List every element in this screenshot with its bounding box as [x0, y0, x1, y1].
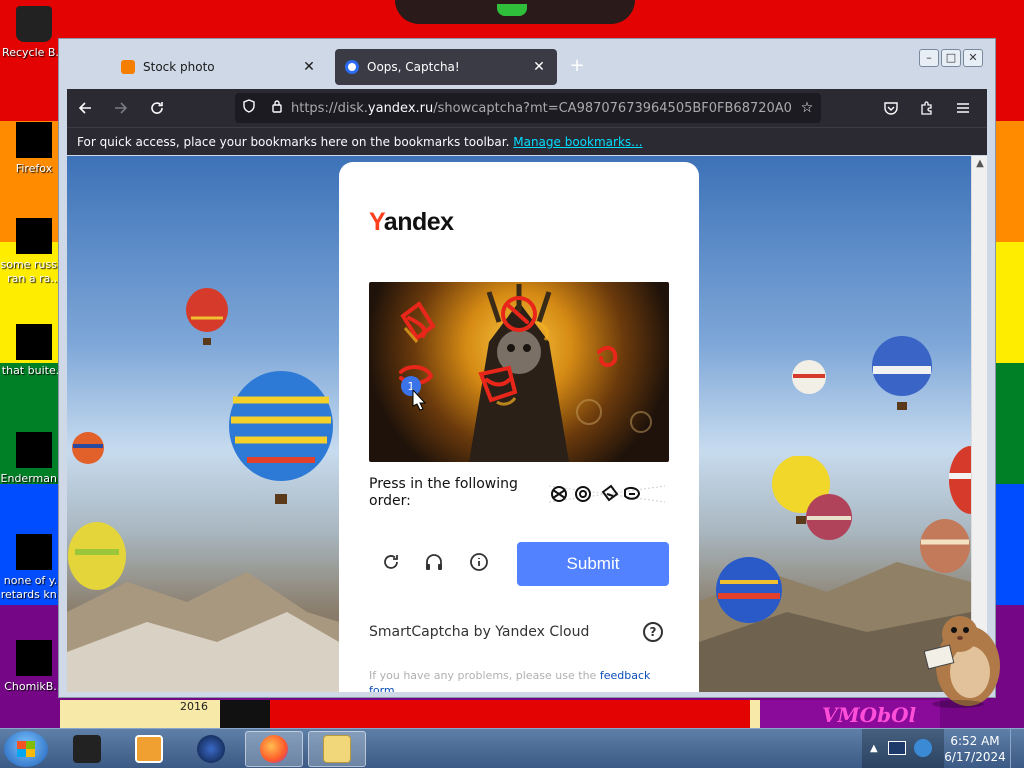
clock-time: 6:52 AM: [950, 734, 1000, 748]
tracking-protection-shield-icon[interactable]: [235, 99, 263, 117]
hot-air-balloon-illustration: [949, 446, 971, 514]
hamburger-menu-icon: [957, 103, 969, 113]
clock-date: 6/17/2024: [944, 750, 1006, 764]
yandex-disk-icon: [345, 60, 359, 74]
lock-icon[interactable]: [263, 99, 291, 117]
extensions-button[interactable]: [909, 93, 945, 123]
wallpaper-creature-top: [395, 0, 635, 24]
hot-air-balloon-illustration: [68, 522, 126, 590]
hot-air-balloon-illustration: [229, 371, 333, 504]
help-icon[interactable]: ?: [643, 622, 663, 642]
firefox-icon: [260, 735, 288, 763]
start-button[interactable]: [4, 731, 48, 767]
system-tray: ▲: [862, 729, 944, 768]
tab-bar: Stock photo ✕ Oops, Captcha! ✕ + – □ ✕: [67, 47, 987, 87]
minimize-button[interactable]: –: [919, 49, 939, 67]
recycle-bin-icon: [16, 6, 52, 42]
toolbar-right: [873, 93, 981, 123]
bookmarks-toolbar: For quick access, place your bookmarks h…: [67, 127, 987, 155]
yandex-logo: Yandex: [369, 208, 454, 236]
feedback-notice: If you have any problems, please use the…: [369, 668, 669, 692]
tab-oops-captcha[interactable]: Oops, Captcha! ✕: [335, 49, 557, 85]
order-instruction: Press in the following order:: [369, 476, 518, 509]
new-tab-button[interactable]: +: [567, 57, 587, 77]
captcha-challenge-image[interactable]: 1: [369, 282, 669, 462]
network-icon[interactable]: [888, 741, 906, 755]
hot-air-balloon-illustration: [792, 360, 826, 394]
scroll-up-arrow-icon[interactable]: ▲: [972, 156, 988, 172]
captcha-card: Yandex 1 Press in the following order: S…: [339, 162, 699, 692]
taskbar-app-folder[interactable]: [308, 731, 366, 767]
puzzle-piece-icon: [921, 101, 932, 115]
navigation-toolbar: https://disk.yandex.ru/showcaptcha?mt=CA…: [67, 89, 987, 127]
hot-air-balloon-illustration: [72, 432, 104, 464]
refresh-captcha-button[interactable]: [379, 552, 403, 576]
taskbar-app-media-player[interactable]: [120, 731, 178, 767]
tab-title: Oops, Captcha!: [367, 60, 460, 74]
blogger-icon: [121, 60, 135, 74]
hamster-app-icon: [16, 640, 52, 676]
window-close-button[interactable]: ✕: [963, 49, 983, 67]
bookmarks-hint: For quick access, place your bookmarks h…: [77, 135, 510, 149]
headphones-icon: [426, 554, 442, 570]
forward-arrow-icon: [115, 102, 128, 114]
taskbar-app-firefox[interactable]: [245, 731, 303, 767]
pocket-icon: [884, 102, 898, 115]
reload-icon: [151, 102, 163, 114]
wallpaper-signature: VMObOl: [822, 703, 917, 727]
manage-bookmarks-link[interactable]: Manage bookmarks...: [513, 135, 642, 149]
menu-button[interactable]: [945, 93, 981, 123]
hot-air-balloon-illustration: [186, 288, 228, 345]
captcha-controls: Submit: [369, 542, 669, 586]
taskbar-app-explorer[interactable]: [58, 731, 116, 767]
back-arrow-icon: [78, 102, 91, 114]
reload-button[interactable]: [139, 93, 175, 123]
firefox-icon: [16, 122, 52, 158]
window-controls: – □ ✕: [919, 49, 983, 67]
file-manager-icon: [73, 735, 101, 763]
wallpaper-art-bottom: 2016 VMObOl: [60, 700, 940, 728]
show-desktop-button[interactable]: [1010, 729, 1024, 768]
application-icon: [16, 534, 52, 570]
close-icon[interactable]: ✕: [301, 59, 317, 75]
url-text[interactable]: https://disk.yandex.ru/showcaptcha?mt=CA…: [291, 101, 793, 116]
wallpaper-year: 2016: [180, 700, 208, 713]
windows-logo-icon: [17, 741, 35, 757]
speaker-icon[interactable]: [914, 739, 932, 757]
taskbar-app-globe[interactable]: [182, 731, 240, 767]
pocket-button[interactable]: [873, 93, 909, 123]
hot-air-balloon-illustration: [872, 336, 932, 410]
submit-button[interactable]: Submit: [517, 542, 669, 586]
bookmark-star-icon[interactable]: ☆: [793, 100, 821, 116]
tab-title: Stock photo: [143, 60, 215, 74]
info-button[interactable]: [467, 552, 491, 576]
forward-button[interactable]: [103, 93, 139, 123]
maximize-button[interactable]: □: [941, 49, 961, 67]
tray-expand-arrow-icon[interactable]: ▲: [870, 743, 878, 754]
media-player-icon: [135, 735, 163, 763]
tab-stock-photo[interactable]: Stock photo ✕: [111, 49, 327, 85]
hamster-mascot: [923, 616, 1000, 708]
smartcaptcha-branding: SmartCaptcha by Yandex Cloud: [369, 624, 590, 640]
hot-air-balloon-illustration: [806, 494, 852, 540]
application-icon: [16, 432, 52, 468]
globe-icon: [197, 735, 225, 763]
taskbar: ▲ 6:52 AM 6/17/2024: [0, 728, 1024, 768]
order-sequence-icons: [549, 484, 665, 503]
address-bar[interactable]: https://disk.yandex.ru/showcaptcha?mt=CA…: [235, 93, 821, 123]
back-button[interactable]: [67, 93, 103, 123]
close-icon[interactable]: ✕: [531, 59, 547, 75]
folder-icon: [323, 735, 351, 763]
document-icon: [16, 218, 52, 254]
folder-icon: [16, 324, 52, 360]
info-icon: [470, 553, 488, 571]
hot-air-balloon-illustration: [920, 519, 970, 573]
taskbar-clock[interactable]: 6:52 AM 6/17/2024: [944, 733, 1006, 765]
refresh-icon: [384, 555, 398, 569]
audio-captcha-button[interactable]: [422, 552, 446, 576]
page-background: Yandex 1 Press in the following order: S…: [67, 156, 971, 692]
browser-window: Stock photo ✕ Oops, Captcha! ✕ + – □ ✕ h…: [58, 38, 996, 698]
hot-air-balloon-illustration: [716, 557, 782, 623]
